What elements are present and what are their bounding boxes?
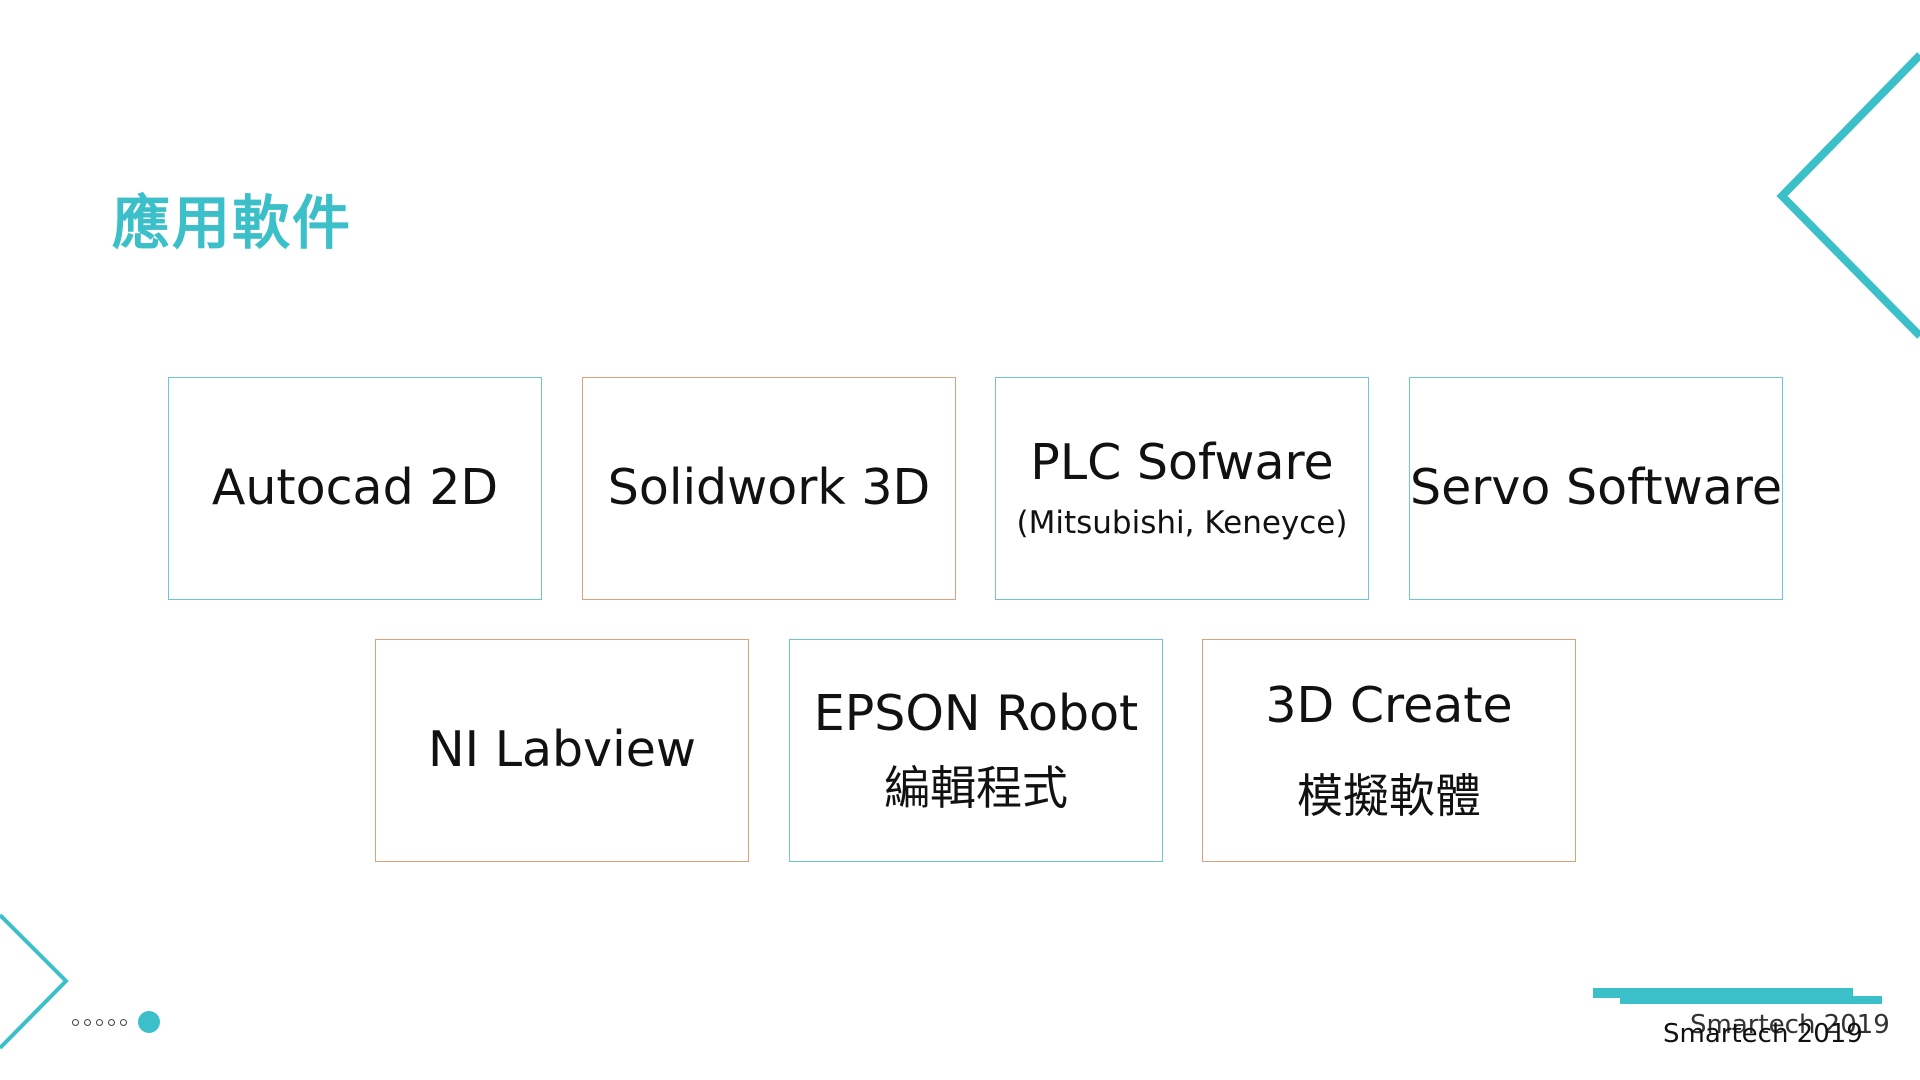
footer-brand-text-overlay: Smartech 2019 [1663,1019,1863,1049]
card-label: NI Labview [428,721,696,779]
card-label: Autocad 2D [211,459,499,517]
card-ni-labview: NI Labview [375,639,749,862]
card-3d-create: 3D Create 模擬軟體 [1202,639,1576,862]
card-epson-robot: EPSON Robot 編輯程式 [789,639,1163,862]
page-title: 應用軟件 [112,189,353,257]
card-servo-software: Servo Software [1409,377,1783,600]
card-label: 3D Create [1265,676,1513,734]
pager-dot[interactable] [108,1018,115,1026]
slide: 應用軟件 Autocad 2D Solidwork 3D PLC Sofware… [0,0,1920,1080]
footer-accent-bar-secondary [1620,996,1882,1004]
card-solidwork-3d: Solidwork 3D [582,377,956,600]
pager-dot[interactable] [84,1018,91,1026]
card-sublabel: (Mitsubishi, Keneyce) [1016,504,1348,541]
pager-dot-active[interactable] [138,1011,160,1033]
card-sublabel: 模擬軟體 [1297,769,1481,824]
pager-dot[interactable] [120,1018,127,1026]
card-label: PLC Sofware [1030,433,1334,491]
card-autocad-2d: Autocad 2D [168,377,542,600]
pager-dot[interactable] [96,1018,103,1026]
bottom-left-chevron-decoration [0,913,69,1050]
slide-pager [72,1011,160,1033]
card-label: EPSON Robot [813,684,1139,742]
pager-dot[interactable] [72,1018,79,1026]
card-label: Solidwork 3D [607,459,931,517]
top-right-chevron-decoration [1776,52,1920,339]
card-label: Servo Software [1410,459,1782,517]
card-sublabel: 編輯程式 [884,761,1068,816]
card-plc-software: PLC Sofware (Mitsubishi, Keneyce) [995,377,1369,600]
